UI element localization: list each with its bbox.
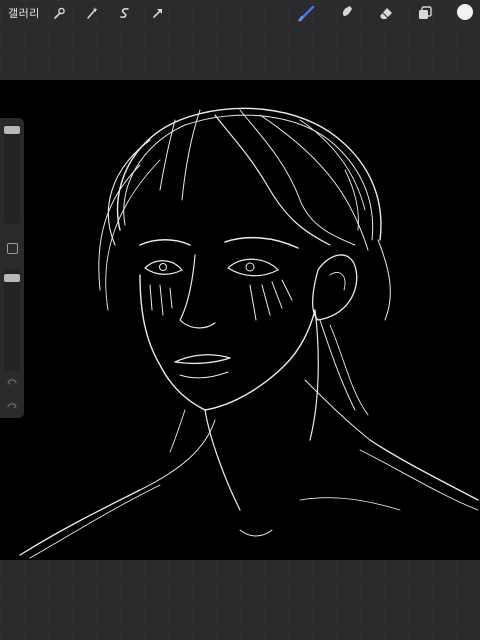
selection-icon[interactable]	[115, 3, 135, 23]
wrench-icon[interactable]	[49, 3, 69, 23]
opacity-slider[interactable]	[4, 270, 20, 370]
brush-icon[interactable]	[296, 2, 318, 24]
drawing-canvas[interactable]	[0, 80, 480, 560]
brush-size-thumb[interactable]	[4, 126, 20, 134]
transform-arrow-icon[interactable]	[148, 3, 168, 23]
portrait-sketch	[19, 107, 479, 559]
brush-size-slider[interactable]	[4, 124, 20, 224]
redo-icon[interactable]	[5, 400, 19, 412]
gallery-button[interactable]: 갤러리	[8, 5, 40, 21]
smudge-icon[interactable]	[335, 2, 357, 24]
top-toolbar: 갤러리	[0, 0, 480, 26]
magic-wand-icon[interactable]	[82, 3, 102, 23]
color-picker-button[interactable]	[457, 4, 473, 20]
layers-icon[interactable]	[414, 2, 436, 24]
undo-icon[interactable]	[5, 376, 19, 388]
left-sidebar	[0, 118, 24, 418]
eraser-icon[interactable]	[375, 2, 397, 24]
opacity-thumb[interactable]	[4, 274, 20, 282]
modify-button[interactable]	[7, 243, 18, 254]
